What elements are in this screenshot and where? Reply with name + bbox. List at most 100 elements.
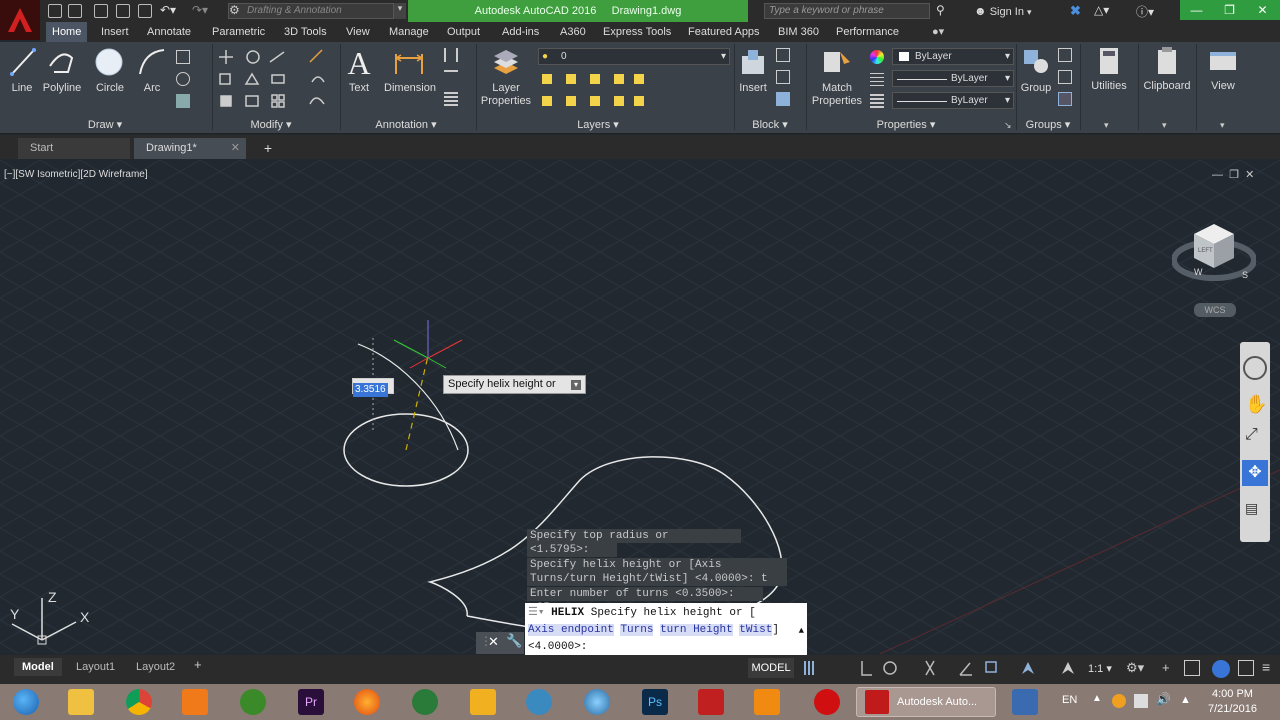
new-file-icon[interactable] — [48, 4, 62, 18]
pan-icon[interactable]: ✋ — [1245, 394, 1267, 415]
tab-insert[interactable]: Insert — [95, 22, 135, 42]
insert-tool[interactable] — [738, 48, 768, 78]
close-tab-icon[interactable]: ✕ — [231, 138, 240, 158]
binoculars-icon[interactable]: ⚲ — [936, 3, 945, 17]
arc-tool[interactable] — [136, 46, 168, 78]
tab-home[interactable]: Home — [46, 22, 88, 42]
utilities-tool[interactable] — [1092, 46, 1126, 80]
annotation-panel-title[interactable]: Annotation ▾ — [364, 118, 448, 132]
draw-panel-title[interactable]: Draw ▾ — [60, 118, 150, 132]
view-cube[interactable]: W S LEFT — [1171, 212, 1257, 288]
tab-express-tools[interactable]: Express Tools — [597, 22, 677, 42]
taskbar-firefox[interactable] — [346, 687, 388, 717]
clean-screen-icon[interactable] — [1238, 660, 1254, 676]
annotation-scale[interactable]: 1:1 ▾ — [1088, 662, 1112, 675]
taskbar-app-green[interactable] — [404, 687, 446, 717]
showmotion-icon[interactable]: ▤ — [1245, 500, 1258, 517]
taskbar-media-player[interactable] — [174, 687, 216, 717]
volume-icon[interactable]: 🔊 — [1156, 692, 1171, 706]
taskbar-opera[interactable] — [806, 687, 848, 717]
autodesk-account-icon[interactable]: △▾ — [1094, 3, 1109, 17]
new-layout-button[interactable]: + — [194, 657, 202, 672]
layer-select[interactable]: 0 ● ▾ — [538, 48, 730, 65]
viewport-minimize-icon[interactable]: — — [1212, 169, 1223, 181]
layers-panel-title[interactable]: Layers ▾ — [560, 118, 636, 132]
wcs-menu[interactable]: WCS — [1194, 303, 1236, 317]
tab-layout1[interactable]: Layout1 — [68, 658, 123, 676]
group-tool[interactable] — [1020, 46, 1052, 78]
tab-3d-tools[interactable]: 3D Tools — [278, 22, 333, 42]
workspace-switch-icon[interactable]: ⚙▾ — [1126, 660, 1144, 676]
undo-icon[interactable]: ↶▾ — [160, 3, 176, 17]
option-turns[interactable]: Turns — [620, 624, 654, 636]
viewport-restore-icon[interactable]: ❐ — [1229, 169, 1239, 181]
history-up-icon[interactable]: ▲ — [799, 623, 804, 640]
redo-icon[interactable]: ↷▾ — [192, 3, 208, 17]
taskbar-photoshop[interactable]: Ps — [634, 687, 676, 717]
zoom-extents-icon[interactable]: ⤢ — [1245, 426, 1258, 444]
clipboard-chevron-icon[interactable]: ▾ — [1162, 120, 1167, 131]
properties-launcher-icon[interactable]: ↘ — [1004, 120, 1012, 131]
ribbon-toggle-icon[interactable]: ●▾ — [932, 25, 944, 38]
plot-icon[interactable] — [138, 4, 152, 18]
model-space-toggle[interactable]: MODEL — [748, 658, 794, 678]
customization-menu-icon[interactable]: ≡ — [1262, 659, 1270, 675]
properties-panel-title[interactable]: Properties ▾ — [868, 118, 944, 132]
dimension-tool[interactable] — [392, 48, 426, 78]
annotation-extra-tools[interactable] — [444, 48, 468, 108]
tab-view[interactable]: View — [340, 22, 376, 42]
network-icon[interactable]: ▲ — [1180, 694, 1191, 706]
tooltip-options-icon[interactable]: ▾ — [571, 380, 581, 390]
layer-tools[interactable] — [540, 72, 650, 112]
save-icon[interactable] — [94, 4, 108, 18]
tray-flag-icon[interactable] — [1134, 694, 1148, 708]
tab-a360[interactable]: A360 — [554, 22, 592, 42]
viewport-close-icon[interactable]: ✕ — [1245, 169, 1254, 181]
layer-properties-tool[interactable] — [490, 48, 522, 78]
block-panel-title[interactable]: Block ▾ — [740, 118, 800, 132]
taskbar-premiere[interactable]: Pr — [290, 687, 332, 717]
new-tab-button[interactable]: + — [258, 139, 278, 157]
linetype-select[interactable]: ByLayer ▾ — [892, 70, 1014, 87]
save-as-icon[interactable] — [116, 4, 130, 18]
command-line-input[interactable]: ☰▾ HELIX Specify helix height or [ Axis … — [525, 603, 807, 655]
taskbar-camtasia[interactable] — [232, 687, 274, 717]
text-tool[interactable]: A — [344, 46, 374, 80]
tab-manage[interactable]: Manage — [383, 22, 435, 42]
orbit-icon[interactable]: ✥ — [1242, 460, 1268, 486]
dynamic-input-field[interactable]: 3.3516 — [352, 378, 394, 397]
taskbar-app-v[interactable] — [462, 687, 504, 717]
restore-button[interactable]: ❐ — [1213, 0, 1246, 20]
language-indicator[interactable]: EN — [1062, 694, 1077, 706]
steering-wheel-icon[interactable] — [1243, 356, 1267, 380]
tray-expand-icon[interactable]: ▲ — [1092, 693, 1102, 704]
group-extra-tools[interactable] — [1058, 48, 1078, 108]
color-select[interactable]: ByLayer ▾ — [892, 48, 1014, 65]
groups-panel-title[interactable]: Groups ▾ — [1018, 118, 1078, 132]
start-button[interactable] — [4, 687, 48, 717]
exchange-icon[interactable]: ✖ — [1070, 3, 1081, 19]
tab-add-ins[interactable]: Add-ins — [496, 22, 545, 42]
modify-tools[interactable] — [218, 48, 334, 110]
tab-layout2[interactable]: Layout2 — [128, 658, 183, 676]
tab-performance[interactable]: Performance — [830, 22, 905, 42]
sign-in-button[interactable]: ☻ Sign In ▾ — [974, 4, 1032, 18]
view-chevron-icon[interactable]: ▾ — [1220, 120, 1225, 131]
customize-icon[interactable]: 🔧 — [506, 633, 522, 649]
taskbar-app-a[interactable] — [518, 687, 560, 717]
tab-parametric[interactable]: Parametric — [206, 22, 271, 42]
option-turn-height[interactable]: turn Height — [660, 624, 733, 636]
search-input[interactable]: Type a keyword or phrase — [764, 3, 930, 19]
tray-app-icon[interactable] — [1112, 694, 1126, 708]
view-tool[interactable] — [1206, 46, 1240, 80]
quick-access-menu-icon[interactable]: ▾ — [394, 3, 406, 19]
taskbar-vlc[interactable] — [746, 687, 788, 717]
workspace-select[interactable]: Drafting & Annotation — [228, 3, 394, 19]
option-twist[interactable]: tWist — [739, 624, 773, 636]
polyline-tool[interactable] — [46, 46, 78, 78]
option-axis-endpoint[interactable]: Axis endpoint — [528, 624, 614, 636]
lineweight-select[interactable]: ByLayer ▾ — [892, 92, 1014, 109]
open-file-icon[interactable] — [68, 4, 82, 18]
tab-bim-360[interactable]: BIM 360 — [772, 22, 825, 42]
line-tool[interactable] — [6, 46, 38, 78]
